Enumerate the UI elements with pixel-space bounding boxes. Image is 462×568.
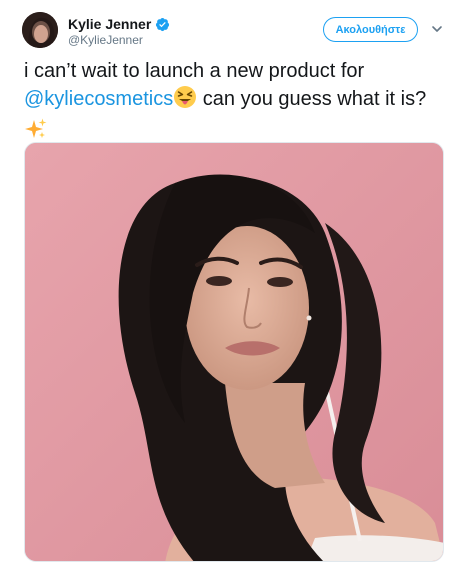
tweet-text: i can’t wait to launch a new product for… [24,58,449,149]
mention-link[interactable]: @kyliecosmetics [24,88,173,110]
avatar[interactable] [22,12,58,48]
tweet-card: Kylie Jenner @KylieJenner Ακολουθήστε i … [0,0,462,568]
follow-button[interactable]: Ακολουθήστε [323,17,418,42]
name-row: Kylie Jenner [68,15,170,33]
verified-badge-icon [155,17,170,32]
display-name[interactable]: Kylie Jenner [68,15,151,33]
tweet-text-part: can you guess what it is? [197,88,427,110]
tweet-text-part: i can’t wait to launch a new product for [24,60,365,82]
user-handle[interactable]: @KylieJenner [68,33,143,47]
tweet-photo[interactable] [24,142,444,562]
chevron-down-icon[interactable] [431,22,443,34]
squinting-face-with-tongue-icon [173,85,197,117]
